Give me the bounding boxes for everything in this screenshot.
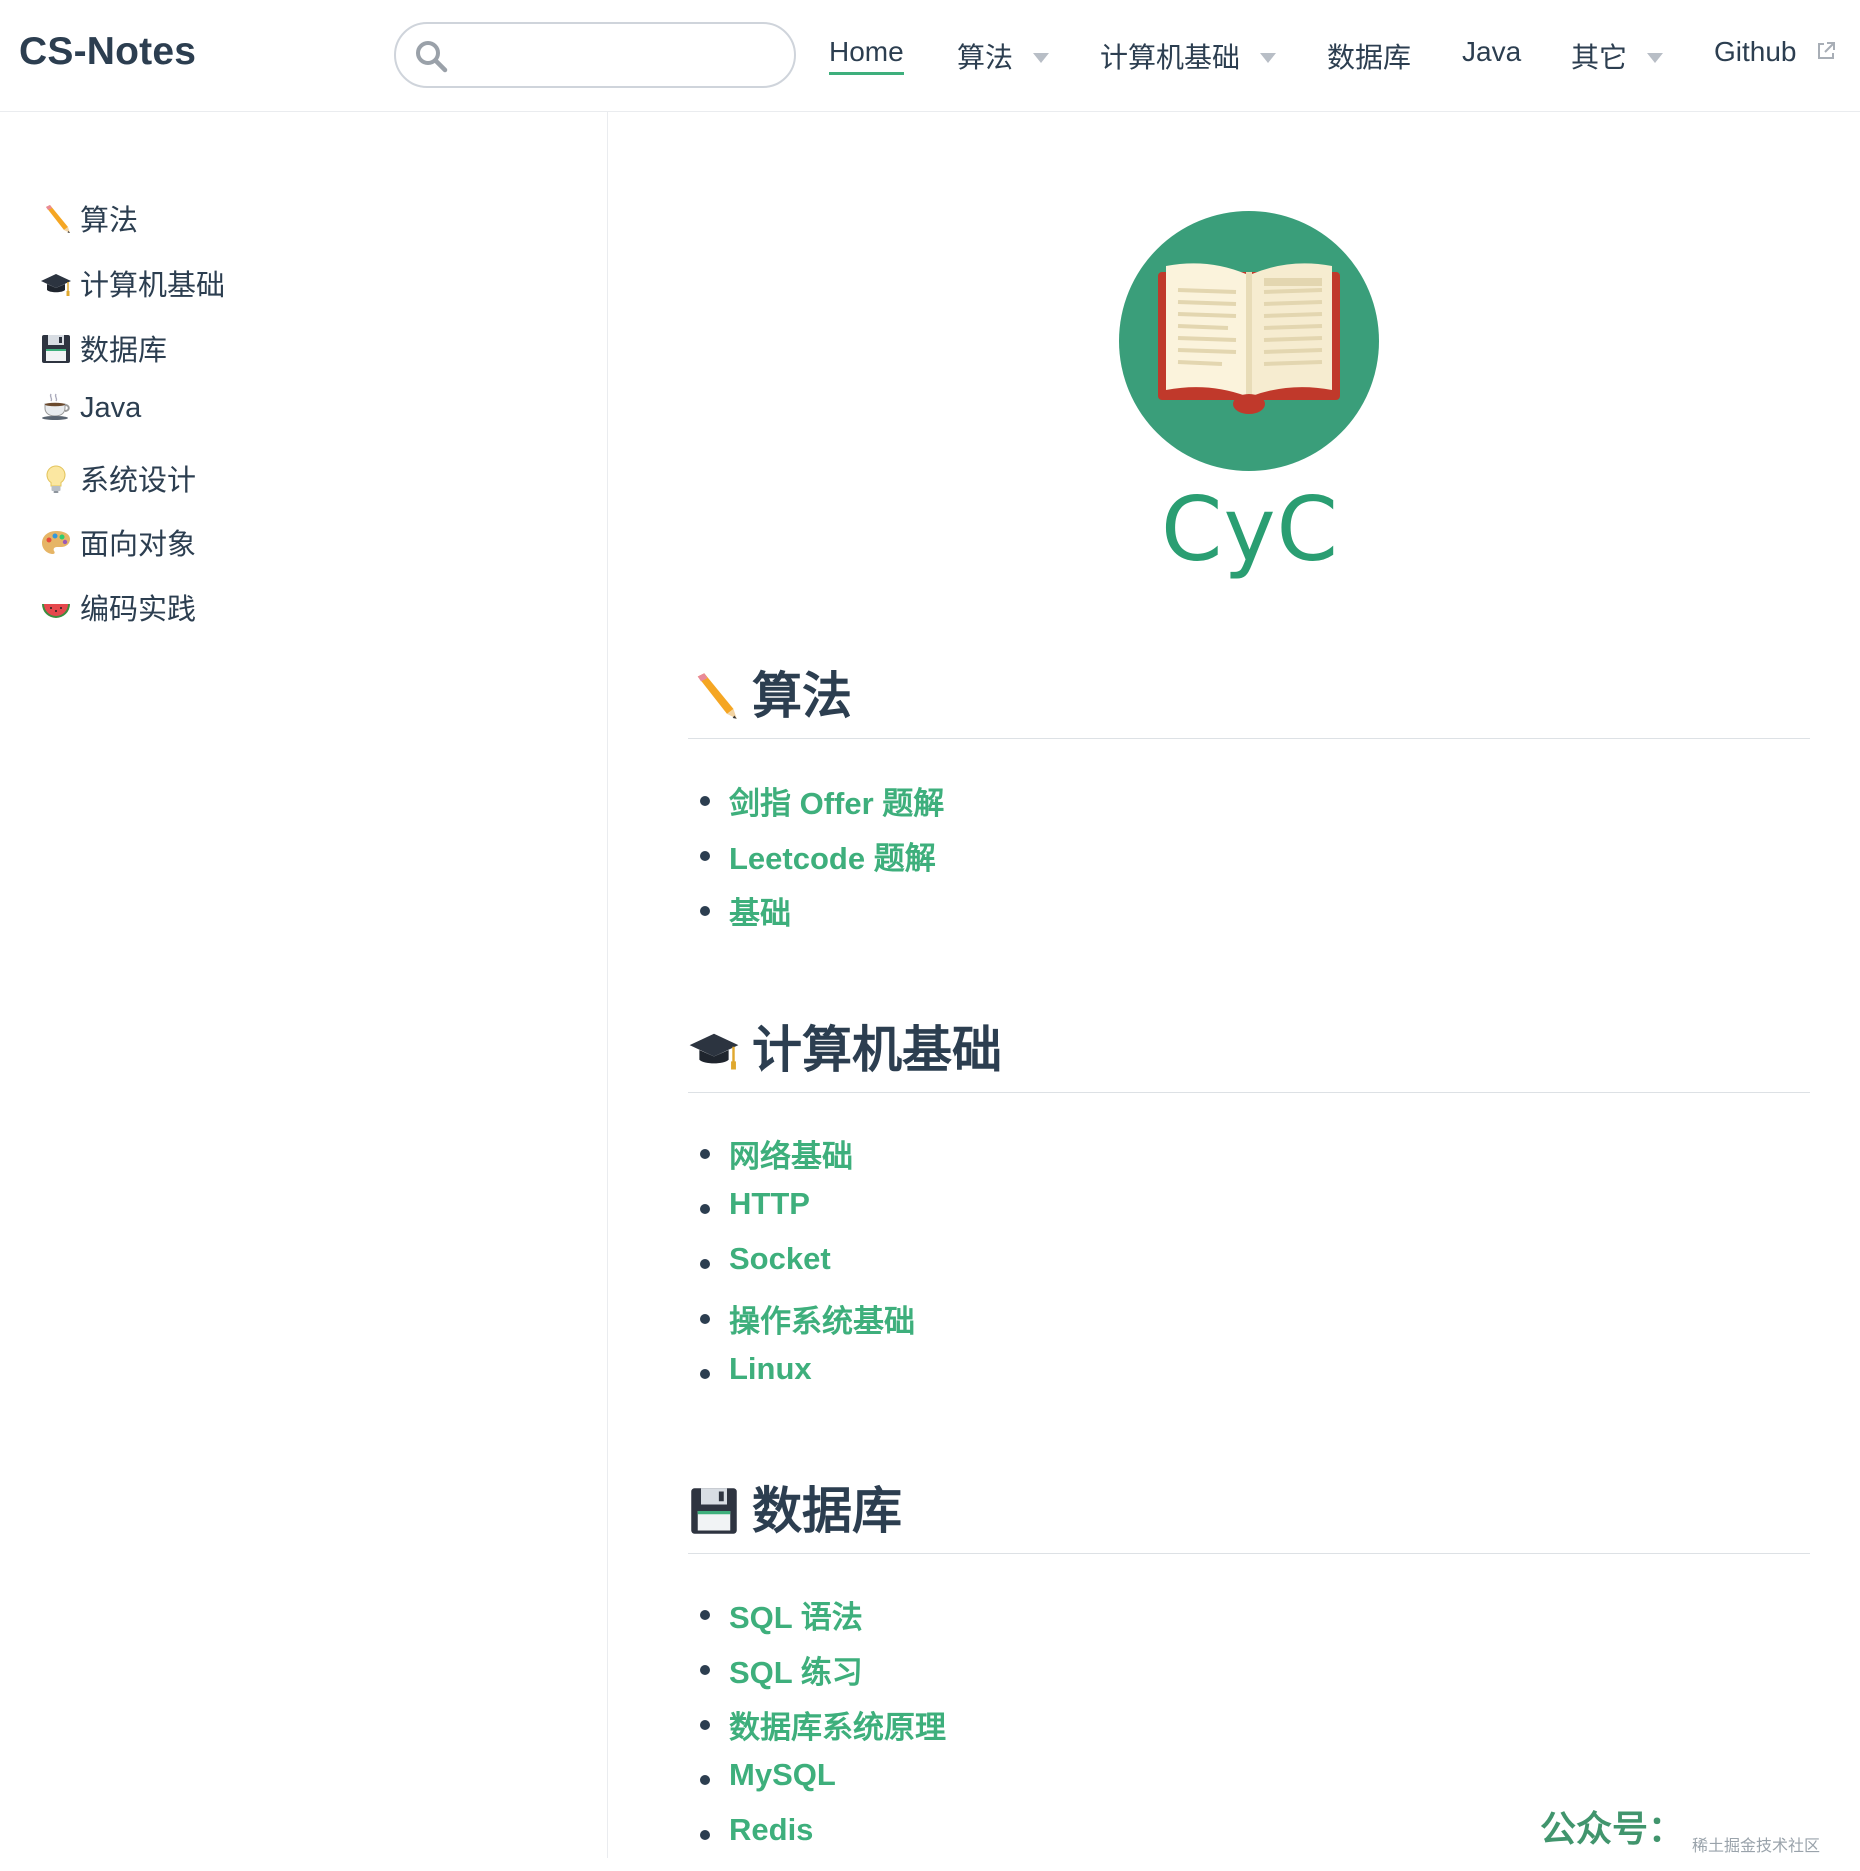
- nav-item-home[interactable]: Home: [829, 36, 904, 75]
- nav-item-others[interactable]: 其它: [1571, 36, 1664, 76]
- nav-item-github[interactable]: Github: [1714, 36, 1836, 68]
- floppy-disk-icon: [42, 335, 70, 364]
- pencil-icon: [697, 673, 737, 719]
- search-icon: [416, 41, 448, 73]
- section-title: 计算机基础: [752, 1022, 1002, 1078]
- section-title: 数据库: [752, 1483, 902, 1539]
- link[interactable]: 基础: [729, 888, 791, 933]
- link[interactable]: 数据库系统原理: [729, 1702, 946, 1747]
- nav-item-label: 算法: [957, 42, 1014, 73]
- link[interactable]: Leetcode 题解: [729, 833, 936, 878]
- sidebar-item-coding-practice[interactable]: 编码实践: [40, 586, 196, 628]
- link[interactable]: MySQL: [729, 1757, 836, 1793]
- sidebar-item-object-oriented[interactable]: 面向对象: [40, 521, 196, 563]
- watermark-source: 稀土掘金技术社区: [1692, 1838, 1821, 1855]
- link[interactable]: 操作系统基础: [729, 1296, 915, 1341]
- link[interactable]: 剑指 Offer 题解: [729, 778, 944, 823]
- section-heading-database: 数据库: [688, 1471, 1810, 1554]
- sidebar-item-java[interactable]: Java: [40, 392, 141, 425]
- sidebar-item-system-design[interactable]: 系统设计: [40, 457, 196, 499]
- sidebar-item-algorithms[interactable]: 算法: [40, 197, 138, 239]
- floppy-disk-icon: [691, 1488, 737, 1534]
- section-title: 算法: [752, 668, 852, 724]
- coffee-icon: [42, 393, 70, 421]
- caret-down-icon: [1647, 52, 1664, 63]
- section-heading-cs-basics: 计算机基础: [688, 1010, 1810, 1093]
- nav-item-label: Home: [829, 36, 904, 67]
- palette-icon: [42, 531, 70, 555]
- section-heading-algorithms: 算法: [688, 656, 1810, 739]
- nav-item-label: Java: [1462, 36, 1522, 67]
- sidebar-item-label: 系统设计: [80, 465, 197, 497]
- link[interactable]: 网络基础: [729, 1131, 853, 1176]
- watermelon-icon: [42, 604, 70, 619]
- nav-item-algorithms[interactable]: 算法: [957, 36, 1050, 76]
- external-link-icon: [1818, 41, 1836, 59]
- sidebar-item-database[interactable]: 数据库: [40, 327, 167, 369]
- search-box[interactable]: [394, 22, 796, 88]
- search-input[interactable]: [456, 34, 780, 78]
- light-bulb-icon: [46, 465, 66, 494]
- graduation-cap-icon: [689, 1033, 739, 1070]
- sidebar: 算法 计算机基础 数据库 Java 系统设计 面向对象 编码实践: [0, 112, 608, 1858]
- link[interactable]: HTTP: [729, 1186, 810, 1222]
- caret-down-icon: [1260, 52, 1277, 63]
- sidebar-item-label: 编码实践: [80, 594, 197, 626]
- sidebar-item-label: 数据库: [80, 335, 168, 367]
- logo-text: CyC: [1161, 478, 1339, 581]
- nav-item-cs-basics[interactable]: 计算机基础: [1100, 36, 1277, 76]
- book-logo-icon: [1119, 211, 1379, 471]
- sidebar-item-label: 面向对象: [80, 529, 197, 561]
- link[interactable]: Redis: [729, 1812, 813, 1848]
- pencil-icon: [46, 205, 70, 234]
- navbar: CS-Notes Home 算法 计算机基础 数据库 Java 其它 Githu…: [0, 0, 1860, 112]
- link[interactable]: SQL 语法: [729, 1592, 863, 1637]
- nav-item-label: Github: [1714, 36, 1797, 67]
- nav-item-label: 数据库: [1327, 42, 1412, 73]
- sidebar-item-label: Java: [80, 392, 142, 424]
- nav-item-java[interactable]: Java: [1462, 36, 1521, 68]
- graduation-cap-icon: [41, 274, 71, 297]
- link[interactable]: Linux: [729, 1351, 812, 1387]
- caret-down-icon: [1033, 52, 1050, 63]
- watermark: 公众号：: [1540, 1808, 1685, 1850]
- nav-item-label: 计算机基础: [1100, 42, 1241, 73]
- sidebar-item-label: 计算机基础: [80, 270, 226, 302]
- site-name[interactable]: CS-Notes: [19, 30, 196, 74]
- link[interactable]: Socket: [729, 1241, 831, 1277]
- sidebar-item-cs-basics[interactable]: 计算机基础: [40, 262, 225, 304]
- link[interactable]: SQL 练习: [729, 1647, 863, 1692]
- nav-item-database[interactable]: 数据库: [1327, 36, 1411, 76]
- nav-item-label: 其它: [1571, 42, 1628, 73]
- sidebar-item-label: 算法: [80, 205, 139, 237]
